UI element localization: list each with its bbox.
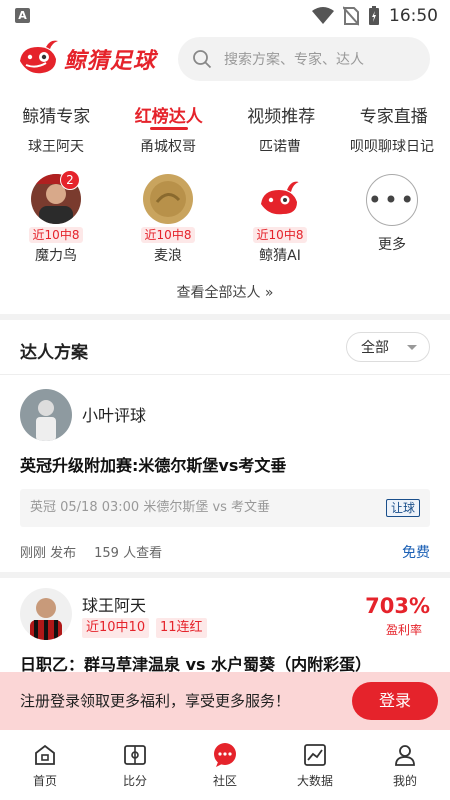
- search-placeholder: 搜索方案、专家、达人: [224, 52, 364, 68]
- avatar: [143, 174, 193, 224]
- section-divider: [0, 314, 450, 320]
- view-count: 159 人查看: [94, 546, 163, 561]
- streak-tag: 11连红: [156, 618, 207, 638]
- publish-time: 刚刚 发布: [20, 546, 77, 561]
- category-tabs: 鲸猜专家 红榜达人 视频推荐 专家直播: [0, 90, 450, 138]
- search-icon: [193, 50, 212, 69]
- whale-logo-icon: [20, 40, 58, 74]
- community-icon: [212, 742, 238, 768]
- filter-dropdown[interactable]: 全部: [346, 332, 430, 362]
- banner-text: 注册登录领取更多福利，享受更多服务！: [20, 692, 291, 710]
- tab-whale-experts[interactable]: 鲸猜专家: [22, 90, 90, 138]
- avatar: [255, 174, 305, 224]
- expert-row-top: 球王阿天 甬城权哥 匹诺曹 呗呗聊球日记: [0, 136, 450, 162]
- expert-item-mailang[interactable]: 近10中8 麦浪: [112, 174, 224, 265]
- price-label: 免费: [402, 545, 430, 561]
- hit-rate-badge: 近10中8: [252, 227, 308, 243]
- post-author[interactable]: 小叶评球: [82, 402, 146, 426]
- more-icon: •••: [366, 174, 418, 226]
- section-title: 达人方案: [20, 343, 88, 363]
- clock: 16:50: [389, 6, 438, 26]
- nav-label: 社区: [212, 774, 237, 788]
- post-title[interactable]: 英冠升级附加赛:米德尔斯堡vs考文垂: [20, 452, 286, 476]
- tab-video-recommend[interactable]: 视频推荐: [247, 90, 315, 138]
- avatar[interactable]: [20, 389, 72, 441]
- status-icons: 16:50: [312, 5, 438, 27]
- home-icon: [32, 742, 58, 768]
- status-bar: A 16:50: [0, 0, 450, 32]
- expert-name[interactable]: 甬城权哥: [112, 136, 224, 162]
- nav-big-data[interactable]: 大数据: [270, 730, 360, 800]
- hit-rate-badge: 近10中8: [28, 227, 84, 243]
- nav-label: 首页: [32, 774, 57, 788]
- login-button[interactable]: 登录: [352, 682, 438, 720]
- expert-item-molian[interactable]: 2 近10中8 魔力鸟: [0, 170, 112, 265]
- app-logo: 鲸猜足球: [16, 38, 166, 80]
- notification-a-icon: A: [15, 8, 30, 23]
- match-info: 英冠 05/18 03:00 米德尔斯堡 vs 考文垂: [30, 500, 271, 515]
- expert-row: 2 近10中8 魔力鸟 近10中8 麦浪 近10中8 鲸猜AI ••• 更多: [0, 170, 450, 265]
- post-meta: 刚刚 发布 159 人查看: [20, 542, 162, 561]
- chart-icon: [302, 742, 328, 768]
- register-banner: 注册登录领取更多福利，享受更多服务！ 登录: [0, 672, 450, 730]
- wifi-icon: [312, 7, 334, 24]
- expert-name: 魔力鸟: [35, 248, 77, 264]
- divider-line: [0, 374, 450, 375]
- score-icon: [122, 742, 148, 768]
- avatar[interactable]: [20, 588, 72, 640]
- notification-badge: 2: [60, 170, 80, 190]
- expert-name[interactable]: 匹诺曹: [224, 136, 336, 162]
- expert-name: 麦浪: [154, 248, 182, 264]
- search-bar[interactable]: 搜索方案、专家、达人: [178, 37, 430, 81]
- profit-rate: 703%: [365, 594, 430, 618]
- expert-item-whale-ai[interactable]: 近10中8 鲸猜AI: [224, 174, 336, 265]
- nav-score[interactable]: 比分: [90, 730, 180, 800]
- nav-profile[interactable]: 我的: [360, 730, 450, 800]
- app-header: 鲸猜足球 搜索方案、专家、达人: [0, 32, 450, 86]
- nav-label: 大数据: [296, 774, 333, 788]
- battery-icon: [369, 6, 379, 25]
- profit-rate-label: 盈利率: [385, 623, 422, 637]
- tab-red-list-talents[interactable]: 红榜达人: [135, 90, 203, 138]
- expert-name[interactable]: 呗呗聊球日记: [336, 136, 448, 162]
- expert-name[interactable]: 球王阿天: [0, 136, 112, 162]
- profile-icon: [392, 742, 418, 768]
- tab-expert-live[interactable]: 专家直播: [360, 90, 428, 138]
- hit-rate-badge: 近10中8: [140, 227, 196, 243]
- post-divider: [0, 572, 450, 578]
- chevron-down-icon: [407, 345, 417, 350]
- no-sim-icon: [343, 6, 359, 26]
- expert-name: 鲸猜AI: [259, 248, 301, 264]
- post-author[interactable]: 球王阿天: [82, 592, 146, 616]
- more-label: 更多: [378, 237, 406, 253]
- hit-rate-tag: 近10中10: [82, 618, 150, 638]
- bet-type-tag: 让球: [385, 499, 420, 517]
- view-all-talents-link[interactable]: 查看全部达人 »: [0, 282, 450, 302]
- nav-home[interactable]: 首页: [0, 730, 90, 800]
- nav-label: 比分: [122, 774, 147, 788]
- filter-value: 全部: [361, 340, 389, 356]
- nav-label: 我的: [392, 774, 417, 788]
- logo-text: 鲸猜足球: [64, 49, 157, 74]
- match-info-box[interactable]: 英冠 05/18 03:00 米德尔斯堡 vs 考文垂 让球: [20, 489, 430, 527]
- nav-community[interactable]: 社区: [180, 730, 270, 800]
- bottom-nav: 首页 比分 社区 大数据 我的: [0, 730, 450, 800]
- more-experts-button[interactable]: ••• 更多: [336, 174, 448, 265]
